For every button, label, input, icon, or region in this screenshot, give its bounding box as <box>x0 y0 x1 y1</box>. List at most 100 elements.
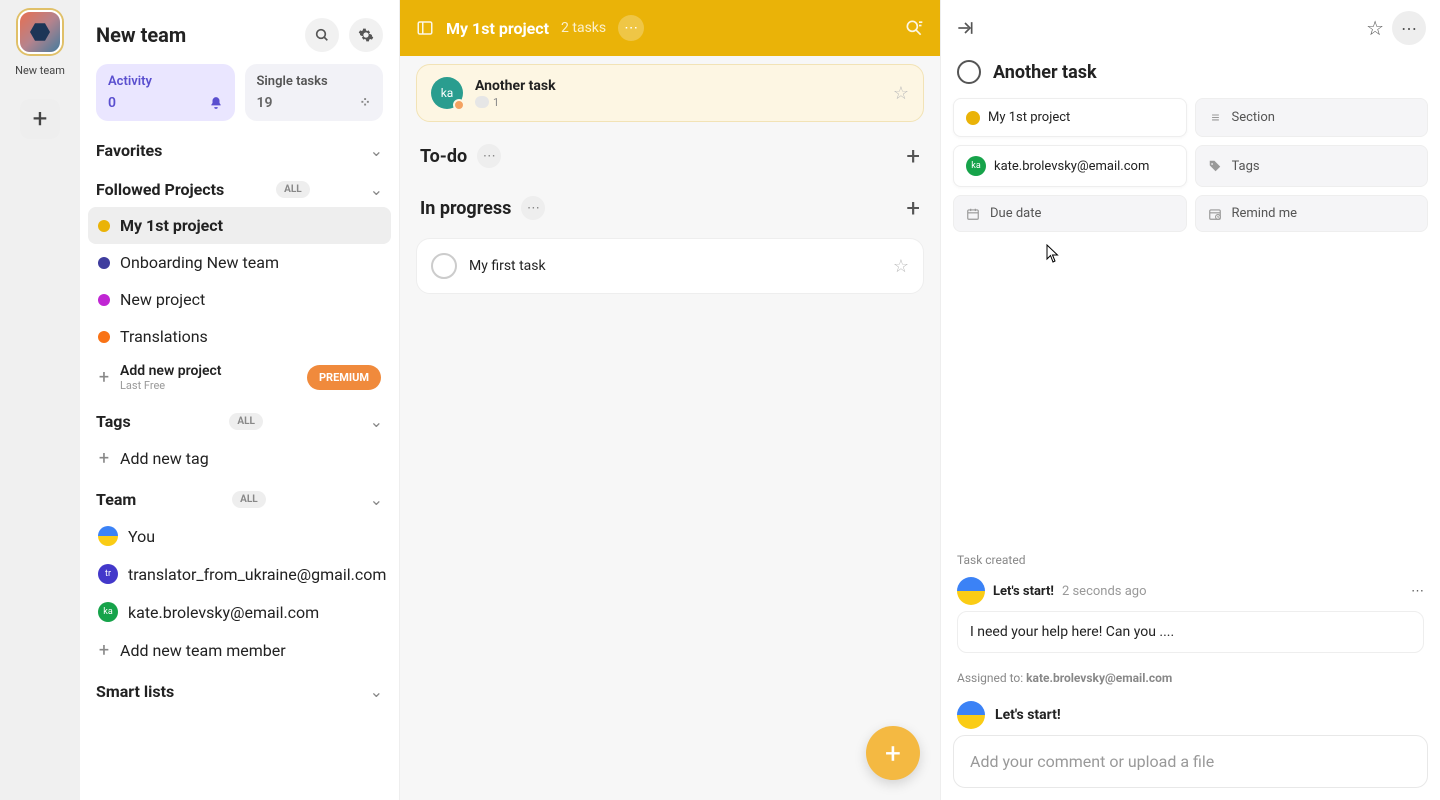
add-tag-row[interactable]: + Add new tag <box>88 439 391 478</box>
all-pill[interactable]: ALL <box>232 491 266 508</box>
project-color-dot <box>98 257 110 269</box>
project-name: Onboarding New team <box>120 253 279 272</box>
member-avatar: ka <box>98 602 118 622</box>
section-more-icon[interactable]: ⋯ <box>521 196 545 220</box>
project-name: Translations <box>120 327 208 346</box>
project-color-dot <box>98 294 110 306</box>
comment: Let's start! 2 seconds ago ⋯ I need your… <box>941 567 1440 663</box>
chevron-down-icon[interactable]: ⌄ <box>370 490 383 509</box>
task-title: Another task <box>475 78 556 94</box>
project-panel: My 1st project 2 tasks ⋯ ka Another task… <box>400 0 940 800</box>
assignee-chip[interactable]: ka kate.brolevsky@email.com <box>953 145 1187 187</box>
assignee-avatar: ka <box>431 77 463 109</box>
star-icon[interactable]: ☆ <box>893 83 909 104</box>
task-detail-title[interactable]: Another task <box>993 62 1097 83</box>
single-tasks-label: Single tasks <box>257 74 372 89</box>
sidebar-project-item[interactable]: New project <box>88 281 391 318</box>
section-add-icon[interactable]: + <box>906 194 920 222</box>
due-date-chip[interactable]: Due date <box>953 195 1187 232</box>
collapse-panel-icon[interactable] <box>955 18 975 38</box>
activity-count: 0 <box>108 95 116 111</box>
section-name: To-do <box>420 146 467 167</box>
sidebar-project-item[interactable]: Onboarding New team <box>88 244 391 281</box>
all-pill[interactable]: ALL <box>229 413 263 430</box>
sidebar-project-item[interactable]: My 1st project <box>88 207 391 244</box>
single-tasks-count: 19 <box>257 95 273 111</box>
section-chip[interactable]: ≡ Section <box>1195 98 1429 137</box>
member-label: kate.brolevsky@email.com <box>128 603 319 622</box>
chevron-down-icon[interactable]: ⌄ <box>370 682 383 701</box>
member-avatar <box>98 526 118 546</box>
task-title: My first task <box>469 258 546 274</box>
task-card[interactable]: My first task ☆ <box>416 238 924 294</box>
star-icon[interactable]: ☆ <box>1366 16 1384 40</box>
task-count: 2 tasks <box>561 20 606 36</box>
workspace-rail: New team + <box>0 0 80 800</box>
team-member-item[interactable]: You <box>88 517 391 555</box>
add-project-row[interactable]: + Add new project Last Free PREMIUM <box>88 355 391 400</box>
team-member-item[interactable]: ka kate.brolevsky@email.com <box>88 593 391 631</box>
project-chip[interactable]: My 1st project <box>953 98 1187 137</box>
section-add-icon[interactable]: + <box>906 142 920 170</box>
comment-more-icon[interactable]: ⋯ <box>1411 584 1424 599</box>
task-card[interactable]: ka Another task 1 ☆ <box>416 64 924 122</box>
calendar-icon <box>966 207 982 221</box>
chevron-down-icon[interactable]: ⌄ <box>370 141 383 160</box>
add-project-sub: Last Free <box>120 379 222 392</box>
settings-gear-icon[interactable] <box>349 18 383 52</box>
section-name: In progress <box>420 198 511 219</box>
project-name: New project <box>120 290 205 309</box>
task-meta: 1 <box>475 96 556 109</box>
sidebar: New team Activity 0 Single tasks 19 <box>80 0 400 800</box>
add-tag-label: Add new tag <box>120 449 209 468</box>
tags-heading: Tags <box>96 412 131 431</box>
plus-icon: + <box>98 448 110 469</box>
reminder-icon <box>1208 207 1224 221</box>
plus-icon: + <box>98 367 110 388</box>
remind-chip[interactable]: Remind me <box>1195 195 1429 232</box>
complete-toggle[interactable] <box>957 60 981 84</box>
all-pill[interactable]: ALL <box>276 181 310 198</box>
task-more-icon[interactable]: ⋯ <box>1392 11 1426 45</box>
plus-icon: + <box>98 640 110 661</box>
filter-search-icon[interactable] <box>904 18 924 38</box>
star-icon[interactable]: ☆ <box>893 256 909 277</box>
add-team-member-row[interactable]: + Add new team member <box>88 631 391 670</box>
add-task-fab[interactable]: + <box>866 726 920 780</box>
favorites-heading: Favorites <box>96 141 162 160</box>
project-color-dot <box>966 111 980 125</box>
sidebar-project-item[interactable]: Translations <box>88 318 391 355</box>
workspace-label: New team <box>15 64 65 77</box>
comment-time: 2 seconds ago <box>1062 584 1147 599</box>
project-title: My 1st project <box>446 19 549 38</box>
tags-chip[interactable]: Tags <box>1195 145 1429 187</box>
task-section-header: To-do ⋯ + <box>400 130 940 182</box>
task-section-header: In progress ⋯ + <box>400 182 940 234</box>
team-member-item[interactable]: trtranslator_from_ukraine@gmail.com <box>88 555 391 593</box>
sidebar-toggle-icon[interactable] <box>416 19 434 37</box>
project-name: My 1st project <box>120 216 223 235</box>
workspace-avatar[interactable] <box>18 10 62 54</box>
cluster-icon: ⁘ <box>359 95 371 111</box>
single-tasks-card[interactable]: Single tasks 19 ⁘ <box>245 64 384 121</box>
search-icon[interactable] <box>305 18 339 52</box>
comment-input[interactable]: Add your comment or upload a file <box>953 735 1428 788</box>
chevron-down-icon[interactable]: ⌄ <box>370 412 383 431</box>
add-workspace-button[interactable]: + <box>20 99 60 139</box>
section-more-icon[interactable]: ⋯ <box>477 144 501 168</box>
section-icon: ≡ <box>1208 109 1224 126</box>
chevron-down-icon[interactable]: ⌄ <box>370 180 383 199</box>
add-project-label: Add new project <box>120 363 222 379</box>
team-title: New team <box>96 23 186 47</box>
assigned-line: Assigned to: kate.brolevsky@email.com <box>941 663 1440 693</box>
premium-badge[interactable]: PREMIUM <box>307 365 381 390</box>
activity-card-label: Activity <box>108 74 223 89</box>
complete-toggle[interactable] <box>431 253 457 279</box>
activity-card[interactable]: Activity 0 <box>96 64 235 121</box>
task-detail-panel: ☆ ⋯ Another task My 1st project ≡ Sectio… <box>940 0 1440 800</box>
project-more-icon[interactable]: ⋯ <box>618 15 644 41</box>
comment-body: I need your help here! Can you .... <box>957 611 1424 653</box>
comment-icon <box>475 96 489 108</box>
smart-lists-heading: Smart lists <box>96 682 174 701</box>
member-avatar: tr <box>98 564 118 584</box>
